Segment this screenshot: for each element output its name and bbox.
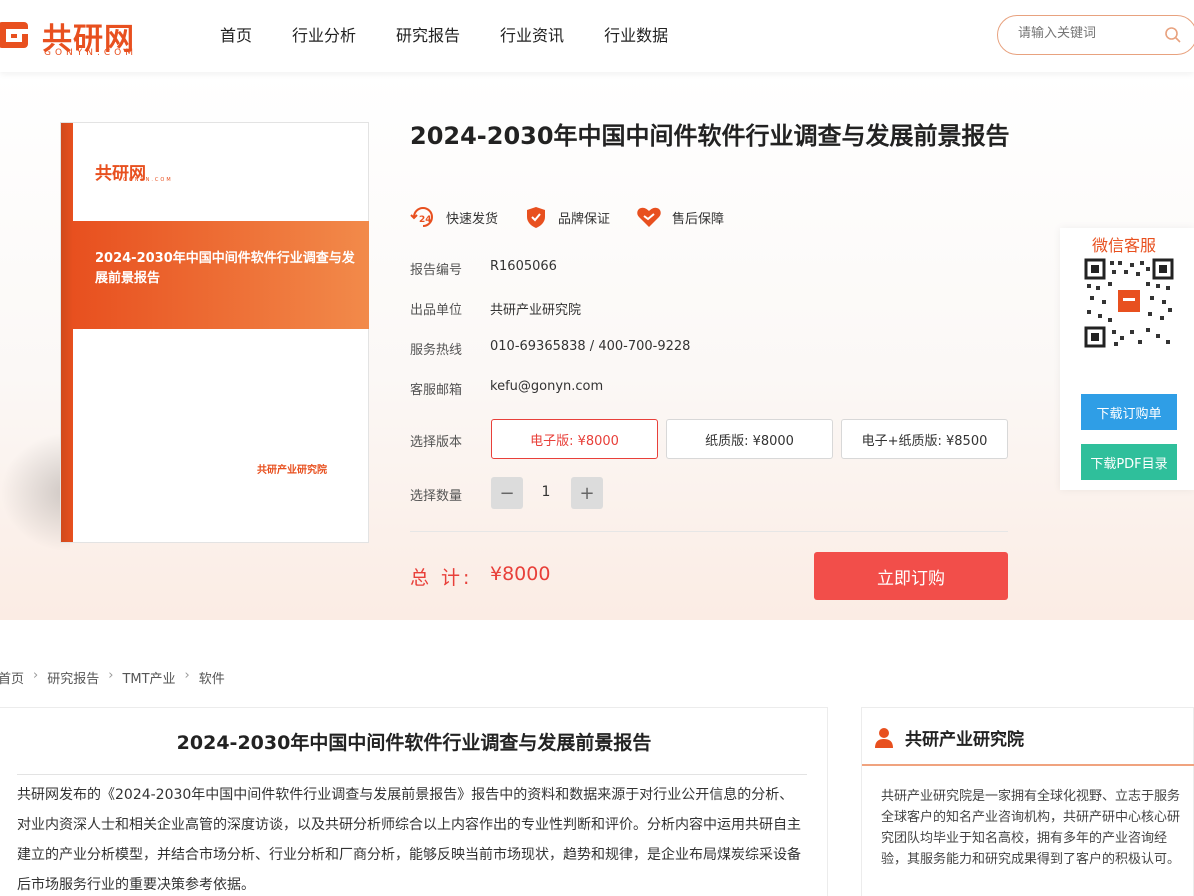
main-nav: 首页 行业分析 研究报告 行业资讯 行业数据 xyxy=(220,22,668,46)
total-label: 总 计: xyxy=(410,567,473,589)
breadcrumb-reports[interactable]: 研究报告 xyxy=(47,668,99,687)
download-pdf-button[interactable]: 下载PDF目录 xyxy=(1081,444,1177,480)
search-box xyxy=(997,15,1194,55)
badge-brand-guarantee: 品牌保证 xyxy=(524,205,610,229)
institute-title: 共研产业研究院 xyxy=(905,730,1024,750)
handshake-heart-icon xyxy=(637,207,661,227)
quantity-value[interactable]: 1 xyxy=(530,484,562,500)
article-title: 2024-2030年中国中间件软件行业调查与发展前景报告 xyxy=(176,732,652,754)
nav-industry-data[interactable]: 行业数据 xyxy=(604,22,668,46)
institute-card-header: 共研产业研究院 xyxy=(862,708,1194,766)
logo-icon xyxy=(0,22,28,48)
breadcrumb-home[interactable]: 首页 xyxy=(0,668,24,687)
logo-subtext: GONYN.COM xyxy=(44,48,138,58)
institute-description: 共研产业研究院是一家拥有全球化视野、立志于服务全球客户的知名产业咨询机构，共研产… xyxy=(881,789,1181,867)
service-badges: 24 快速发货 品牌保证 售后保障 xyxy=(410,205,750,229)
svg-text:24: 24 xyxy=(419,215,432,225)
breadcrumb: 首页 › 研究报告 › TMT产业 › 软件 xyxy=(0,668,225,687)
divider xyxy=(17,774,807,775)
search-icon[interactable] xyxy=(1164,26,1182,44)
nav-industry-news[interactable]: 行业资讯 xyxy=(500,22,564,46)
product-title: 2024-2030年中国中间件软件行业调查与发展前景报告 xyxy=(410,122,1010,150)
chevron-right-icon: › xyxy=(184,668,190,683)
field-label: 报告编号 xyxy=(410,263,463,278)
report-cover: 共研网 GONYN.COM 2024-2030年中国中间件软件行业调查与发展前景… xyxy=(60,122,369,543)
buy-now-button[interactable]: 立即订购 xyxy=(814,552,1008,600)
fast-delivery-icon: 24 xyxy=(410,207,433,227)
divider xyxy=(410,531,1008,532)
field-value: kefu@gonyn.com xyxy=(490,379,604,394)
cover-publisher: 共研产业研究院 xyxy=(257,465,327,476)
badge-label: 售后保障 xyxy=(672,211,725,227)
badge-fast-delivery: 24 快速发货 xyxy=(410,205,498,229)
breadcrumb-tmt[interactable]: TMT产业 xyxy=(122,668,175,687)
person-icon xyxy=(875,728,893,748)
institute-card: 共研产业研究院 共研产业研究院是一家拥有全球化视野、立志于服务全球客户的知名产业… xyxy=(861,707,1194,896)
field-label: 服务热线 xyxy=(410,343,463,358)
total-price: ¥8000 xyxy=(490,563,551,585)
nav-industry-analysis[interactable]: 行业分析 xyxy=(292,22,356,46)
report-description: 2024-2030年中国中间件软件行业调查与发展前景报告 共研网发布的《2024… xyxy=(0,707,828,896)
field-value: 共研产业研究院 xyxy=(490,303,582,318)
field-label: 客服邮箱 xyxy=(410,383,463,398)
chevron-right-icon: › xyxy=(33,668,39,683)
cover-title: 2024-2030年中国中间件软件行业调查与发展前景报告 xyxy=(95,251,355,286)
article-body: 共研网发布的《2024-2030年中国中间件软件行业调查与发展前景报告》报告中的… xyxy=(17,787,801,893)
cover-spine xyxy=(61,123,73,542)
shield-check-icon xyxy=(527,207,546,228)
field-label: 出品单位 xyxy=(410,303,463,318)
search-input[interactable] xyxy=(1018,26,1158,41)
badge-label: 快速发货 xyxy=(446,211,499,227)
quantity-minus-button[interactable]: − xyxy=(491,477,523,509)
nav-home[interactable]: 首页 xyxy=(220,22,252,46)
field-value: R1605066 xyxy=(490,259,557,274)
chevron-right-icon: › xyxy=(108,668,114,683)
badge-label: 品牌保证 xyxy=(558,211,611,227)
version-option-bundle[interactable]: 电子+纸质版: ¥8500 xyxy=(841,419,1008,459)
download-order-button[interactable]: 下载订购单 xyxy=(1081,394,1177,430)
version-option-electronic[interactable]: 电子版: ¥8000 xyxy=(491,419,658,459)
version-option-paper[interactable]: 纸质版: ¥8000 xyxy=(666,419,833,459)
field-value: 010-69365838 / 400-700-9228 xyxy=(490,339,691,354)
site-logo[interactable]: 共研网 GONYN.COM xyxy=(0,12,168,60)
wechat-title: 微信客服 xyxy=(1092,236,1157,255)
cover-logo-subtext: GONYN.COM xyxy=(123,177,173,183)
badge-after-sales: 售后保障 xyxy=(636,205,724,229)
breadcrumb-software[interactable]: 软件 xyxy=(199,668,225,687)
qr-code-icon xyxy=(1084,258,1174,348)
site-header: 共研网 GONYN.COM 首页 行业分析 研究报告 行业资讯 行业数据 xyxy=(0,0,1194,72)
nav-research-reports[interactable]: 研究报告 xyxy=(396,22,460,46)
wechat-service-panel: 微信客服 下载订购单 下载PDF目录 xyxy=(1060,228,1194,490)
quantity-plus-button[interactable]: + xyxy=(571,477,603,509)
